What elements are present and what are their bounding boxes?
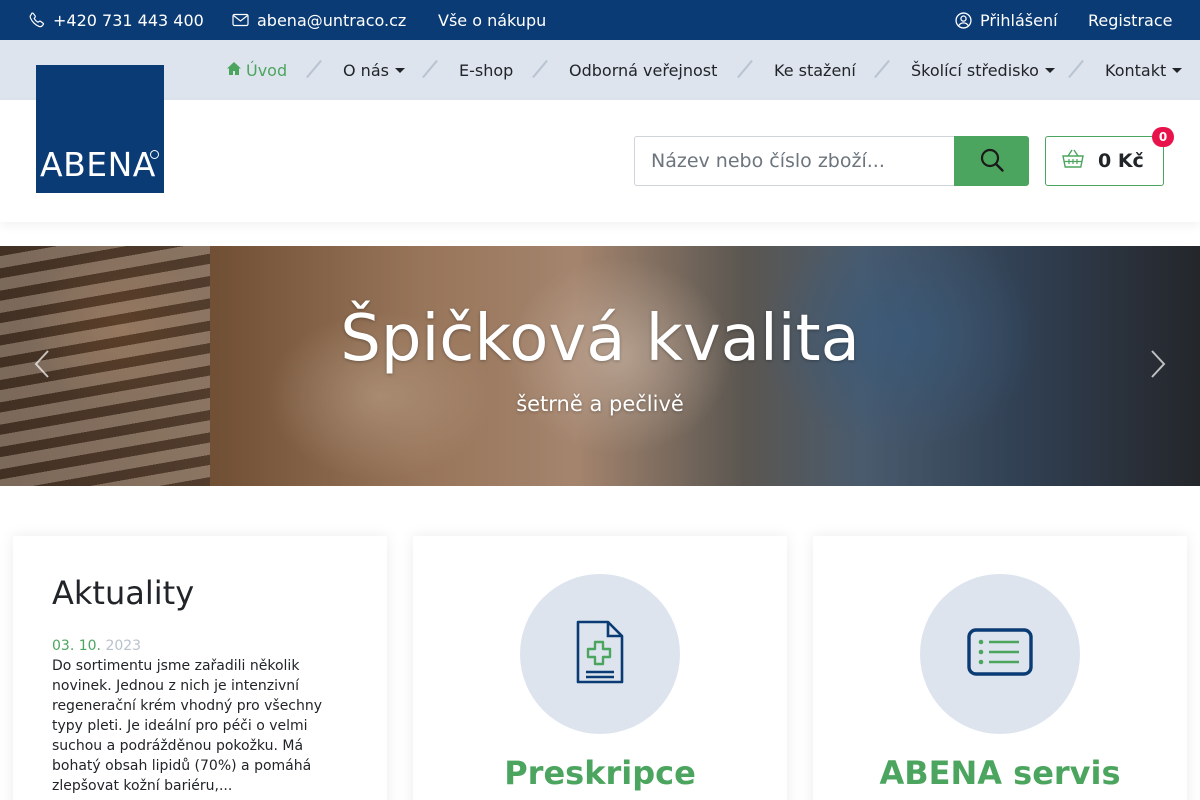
prescription-card[interactable]: Preskripce	[413, 536, 787, 800]
email-address: abena@untraco.cz	[257, 10, 407, 30]
nav-label: O nás	[343, 60, 389, 80]
logo-text: ABENA	[40, 145, 156, 184]
envelope-icon	[232, 13, 249, 27]
service-icon-circle	[920, 574, 1080, 734]
caret-down-icon	[1044, 67, 1055, 73]
chevron-right-icon	[1150, 349, 1166, 383]
shopping-info-label: Vše o nákupu	[438, 10, 547, 30]
hero-subtitle: šetrně a pečlivě	[516, 392, 684, 416]
carousel-next-button[interactable]	[1146, 346, 1170, 386]
news-title: Aktuality	[52, 574, 195, 612]
nav-item-e-shop[interactable]: E-shop	[459, 40, 513, 100]
cart-total: 0 Kč	[1098, 150, 1144, 172]
chevron-left-icon	[34, 349, 50, 383]
caret-down-icon	[1172, 67, 1183, 73]
document-medical-icon	[575, 620, 625, 688]
nav-label: Ke stažení	[774, 60, 856, 80]
hero-carousel: Špičková kvalita šetrně a pečlivě	[0, 246, 1200, 486]
basket-icon	[1062, 149, 1084, 173]
news-text[interactable]: Do sortimentu jsme zařadili několik novi…	[52, 656, 348, 796]
list-icon	[967, 628, 1033, 680]
search-input[interactable]	[634, 136, 955, 186]
nav-item-skolici-stredisko[interactable]: Školící středisko	[911, 40, 1055, 100]
prescription-title: Preskripce	[504, 754, 696, 792]
carousel-prev-button[interactable]	[30, 346, 54, 386]
abena-logo[interactable]: ABENA	[36, 65, 164, 193]
register-label: Registrace	[1088, 10, 1173, 30]
email-link[interactable]: abena@untraco.cz	[232, 0, 406, 40]
search-icon	[979, 147, 1005, 176]
prescription-icon-circle	[520, 574, 680, 734]
cart-count-badge: 0	[1152, 127, 1174, 147]
nav-label: Kontakt	[1105, 60, 1167, 80]
nav-label: Úvod	[246, 60, 288, 80]
main-navigation: Úvod O nás E-shop Odborná veřejnost Ke s…	[0, 40, 1200, 100]
nav-item-o-nas[interactable]: O nás	[343, 40, 405, 100]
nav-item-uvod[interactable]: Úvod	[226, 40, 287, 100]
service-title: ABENA servis	[879, 754, 1121, 792]
nav-item-kontakt[interactable]: Kontakt	[1105, 40, 1183, 100]
user-circle-icon	[955, 11, 972, 29]
top-bar: +420 731 443 400 abena@untraco.cz Vše o …	[0, 0, 1200, 40]
news-date-day: 03. 10.	[52, 638, 101, 654]
registered-mark-icon	[150, 150, 159, 159]
cart-button[interactable]: 0 Kč	[1045, 136, 1164, 186]
caret-down-icon	[394, 67, 405, 73]
login-label: Přihlášení	[980, 10, 1058, 30]
phone-number: +420 731 443 400	[53, 10, 204, 30]
news-card: Aktuality 03. 10. 2023 Do sortimentu jsm…	[13, 536, 387, 800]
search-button[interactable]	[954, 136, 1029, 186]
service-card[interactable]: ABENA servis	[813, 536, 1187, 800]
nav-item-odborna-verejnost[interactable]: Odborná veřejnost	[569, 40, 717, 100]
phone-icon	[28, 11, 45, 29]
nav-label: Odborná veřejnost	[569, 60, 718, 80]
home-icon	[226, 61, 242, 80]
phone-link[interactable]: +420 731 443 400	[28, 0, 204, 40]
shopping-info-link[interactable]: Vše o nákupu	[438, 0, 546, 40]
news-date: 03. 10. 2023	[52, 638, 141, 654]
news-date-year: 2023	[105, 638, 142, 654]
nav-label: E-shop	[459, 60, 514, 80]
nav-label: Školící středisko	[911, 60, 1039, 80]
register-link[interactable]: Registrace	[1088, 0, 1172, 40]
login-link[interactable]: Přihlášení	[955, 0, 1058, 40]
nav-item-ke-stazeni[interactable]: Ke stažení	[774, 40, 856, 100]
hero-title: Špičková kvalita	[340, 302, 860, 376]
